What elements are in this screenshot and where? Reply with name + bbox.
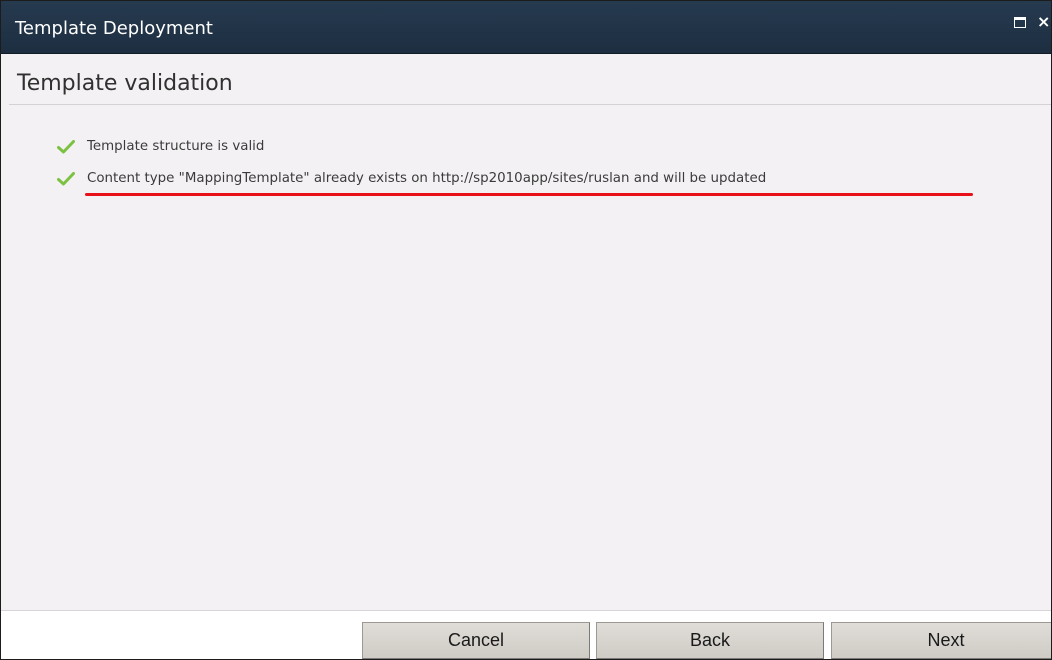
check-icon	[57, 172, 75, 186]
next-button[interactable]: Next	[831, 622, 1051, 659]
back-button[interactable]: Back	[596, 622, 824, 659]
window-title: Template Deployment	[15, 18, 213, 39]
dialog-footer: Cancel Back Next	[1, 610, 1051, 659]
validation-message-text: Template structure is valid	[87, 139, 265, 154]
maximize-icon[interactable]	[1014, 17, 1026, 28]
title-bar: Template Deployment ×	[1, 1, 1051, 54]
validation-message-text: Content type "MappingTemplate" already e…	[87, 171, 767, 186]
page-title: Template validation	[17, 71, 233, 96]
template-deployment-dialog: Template Deployment × Template validatio…	[0, 0, 1052, 660]
cancel-button[interactable]: Cancel	[362, 622, 590, 659]
heading-divider	[9, 104, 1051, 105]
check-icon	[57, 140, 75, 154]
close-icon[interactable]: ×	[1037, 13, 1050, 31]
highlight-underline	[85, 193, 973, 196]
